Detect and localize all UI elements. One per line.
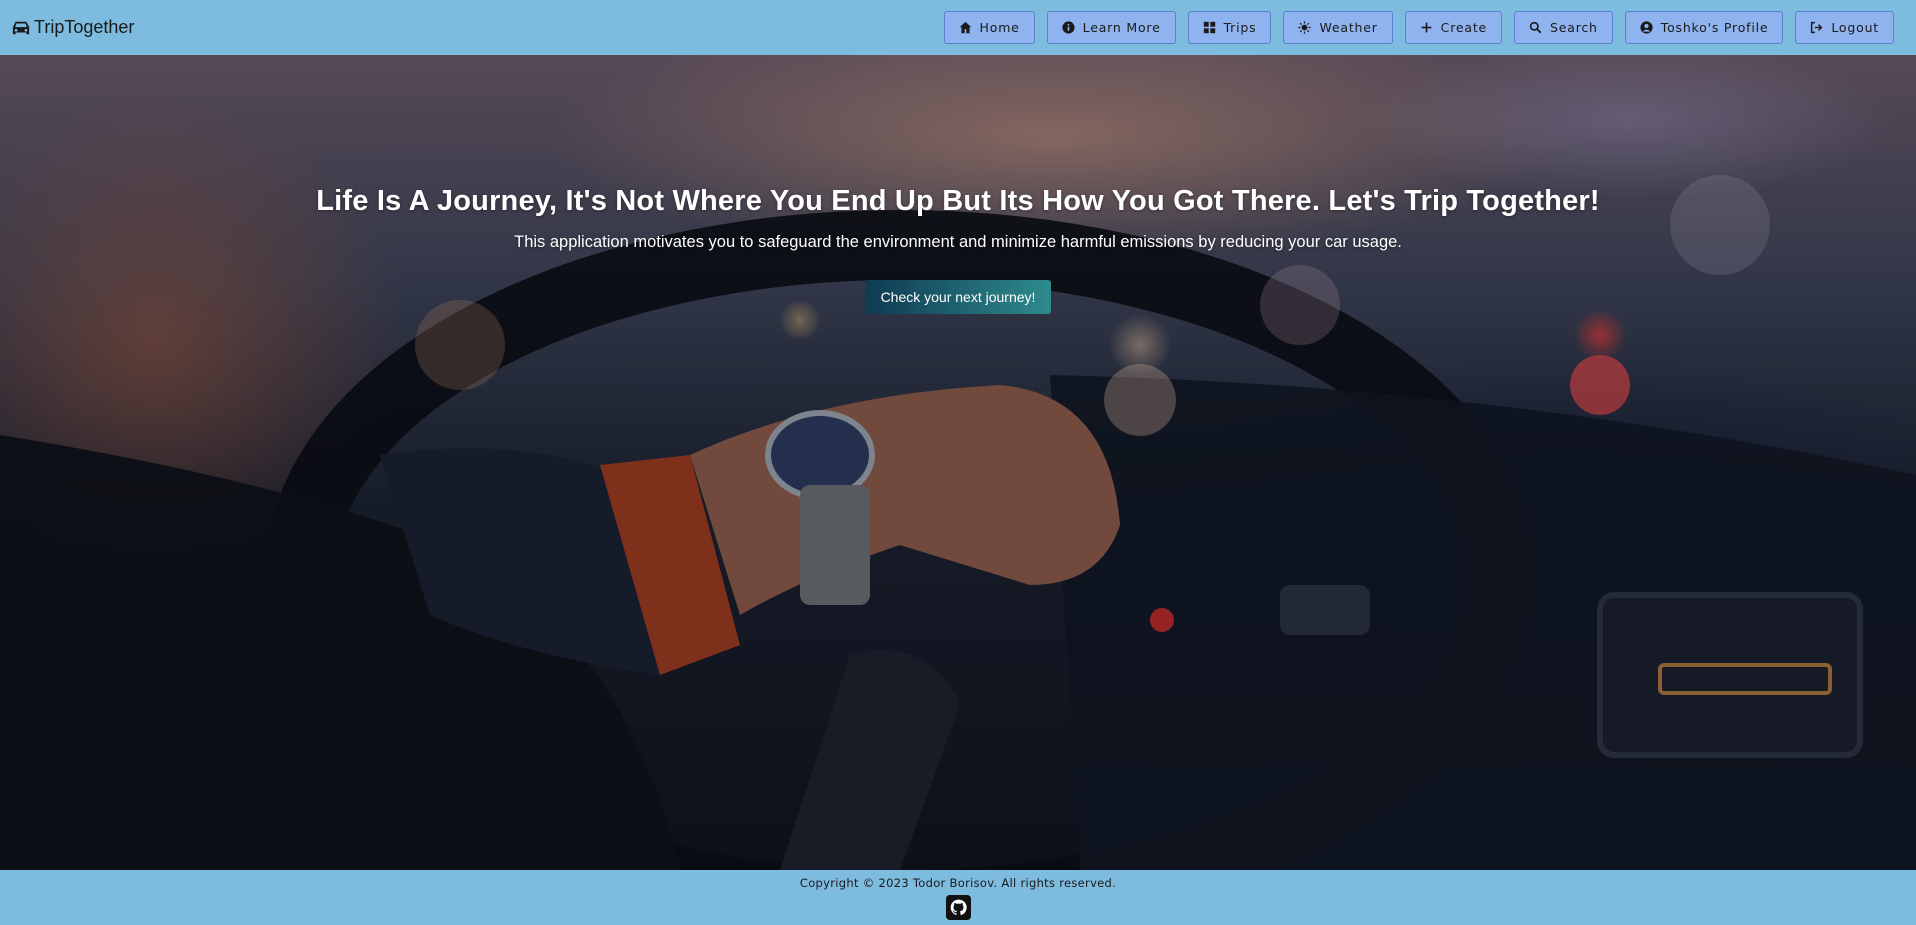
hero-subtitle: This application motivates you to safegu… <box>514 233 1402 251</box>
plus-icon <box>1420 21 1433 34</box>
check-journey-button[interactable]: Check your next journey! <box>864 280 1052 314</box>
grid-icon <box>1203 21 1216 34</box>
car-icon <box>12 20 30 36</box>
nav-learn-more-label: Learn More <box>1082 20 1161 35</box>
hero-title: Life Is A Journey, It's Not Where You En… <box>316 185 1600 217</box>
hero-overlay <box>0 55 1916 870</box>
nav-profile-button[interactable]: Toshko's Profile <box>1624 11 1784 44</box>
nav-trips-button[interactable]: Trips <box>1187 11 1272 44</box>
nav-create-label: Create <box>1440 20 1488 35</box>
nav-trips-label: Trips <box>1223 20 1257 35</box>
hero-content: Life Is A Journey, It's Not Where You En… <box>0 185 1916 314</box>
logout-icon <box>1810 21 1823 34</box>
user-icon <box>1640 21 1653 34</box>
nav-profile-label: Toshko's Profile <box>1660 20 1769 35</box>
nav-search-button[interactable]: Search <box>1514 11 1613 44</box>
github-icon[interactable] <box>945 895 971 920</box>
nav-home-button[interactable]: Home <box>943 11 1035 44</box>
nav-search-label: Search <box>1550 20 1598 35</box>
nav-home-label: Home <box>979 20 1020 35</box>
nav-learn-more-button[interactable]: Learn More <box>1046 11 1176 44</box>
home-icon <box>959 21 972 34</box>
copyright-text: Copyright © 2023 Todor Borisov. All righ… <box>799 876 1117 890</box>
nav-weather-button[interactable]: Weather <box>1283 11 1393 44</box>
nav-create-button[interactable]: Create <box>1404 11 1503 44</box>
footer: Copyright © 2023 Todor Borisov. All righ… <box>0 870 1916 925</box>
nav-buttons: Home Learn More Trips Weather Create Sea… <box>943 11 1904 44</box>
nav-logout-label: Logout <box>1831 20 1879 35</box>
brand[interactable]: TripTogether <box>12 17 134 38</box>
info-icon <box>1062 21 1075 34</box>
nav-logout-button[interactable]: Logout <box>1795 11 1894 44</box>
top-navbar: TripTogether Home Learn More Trips Weath… <box>0 0 1916 55</box>
search-icon <box>1529 21 1542 34</box>
brand-label: TripTogether <box>34 17 135 37</box>
nav-weather-label: Weather <box>1319 20 1378 35</box>
hero-section: Life Is A Journey, It's Not Where You En… <box>0 55 1916 870</box>
sun-icon <box>1298 21 1312 34</box>
